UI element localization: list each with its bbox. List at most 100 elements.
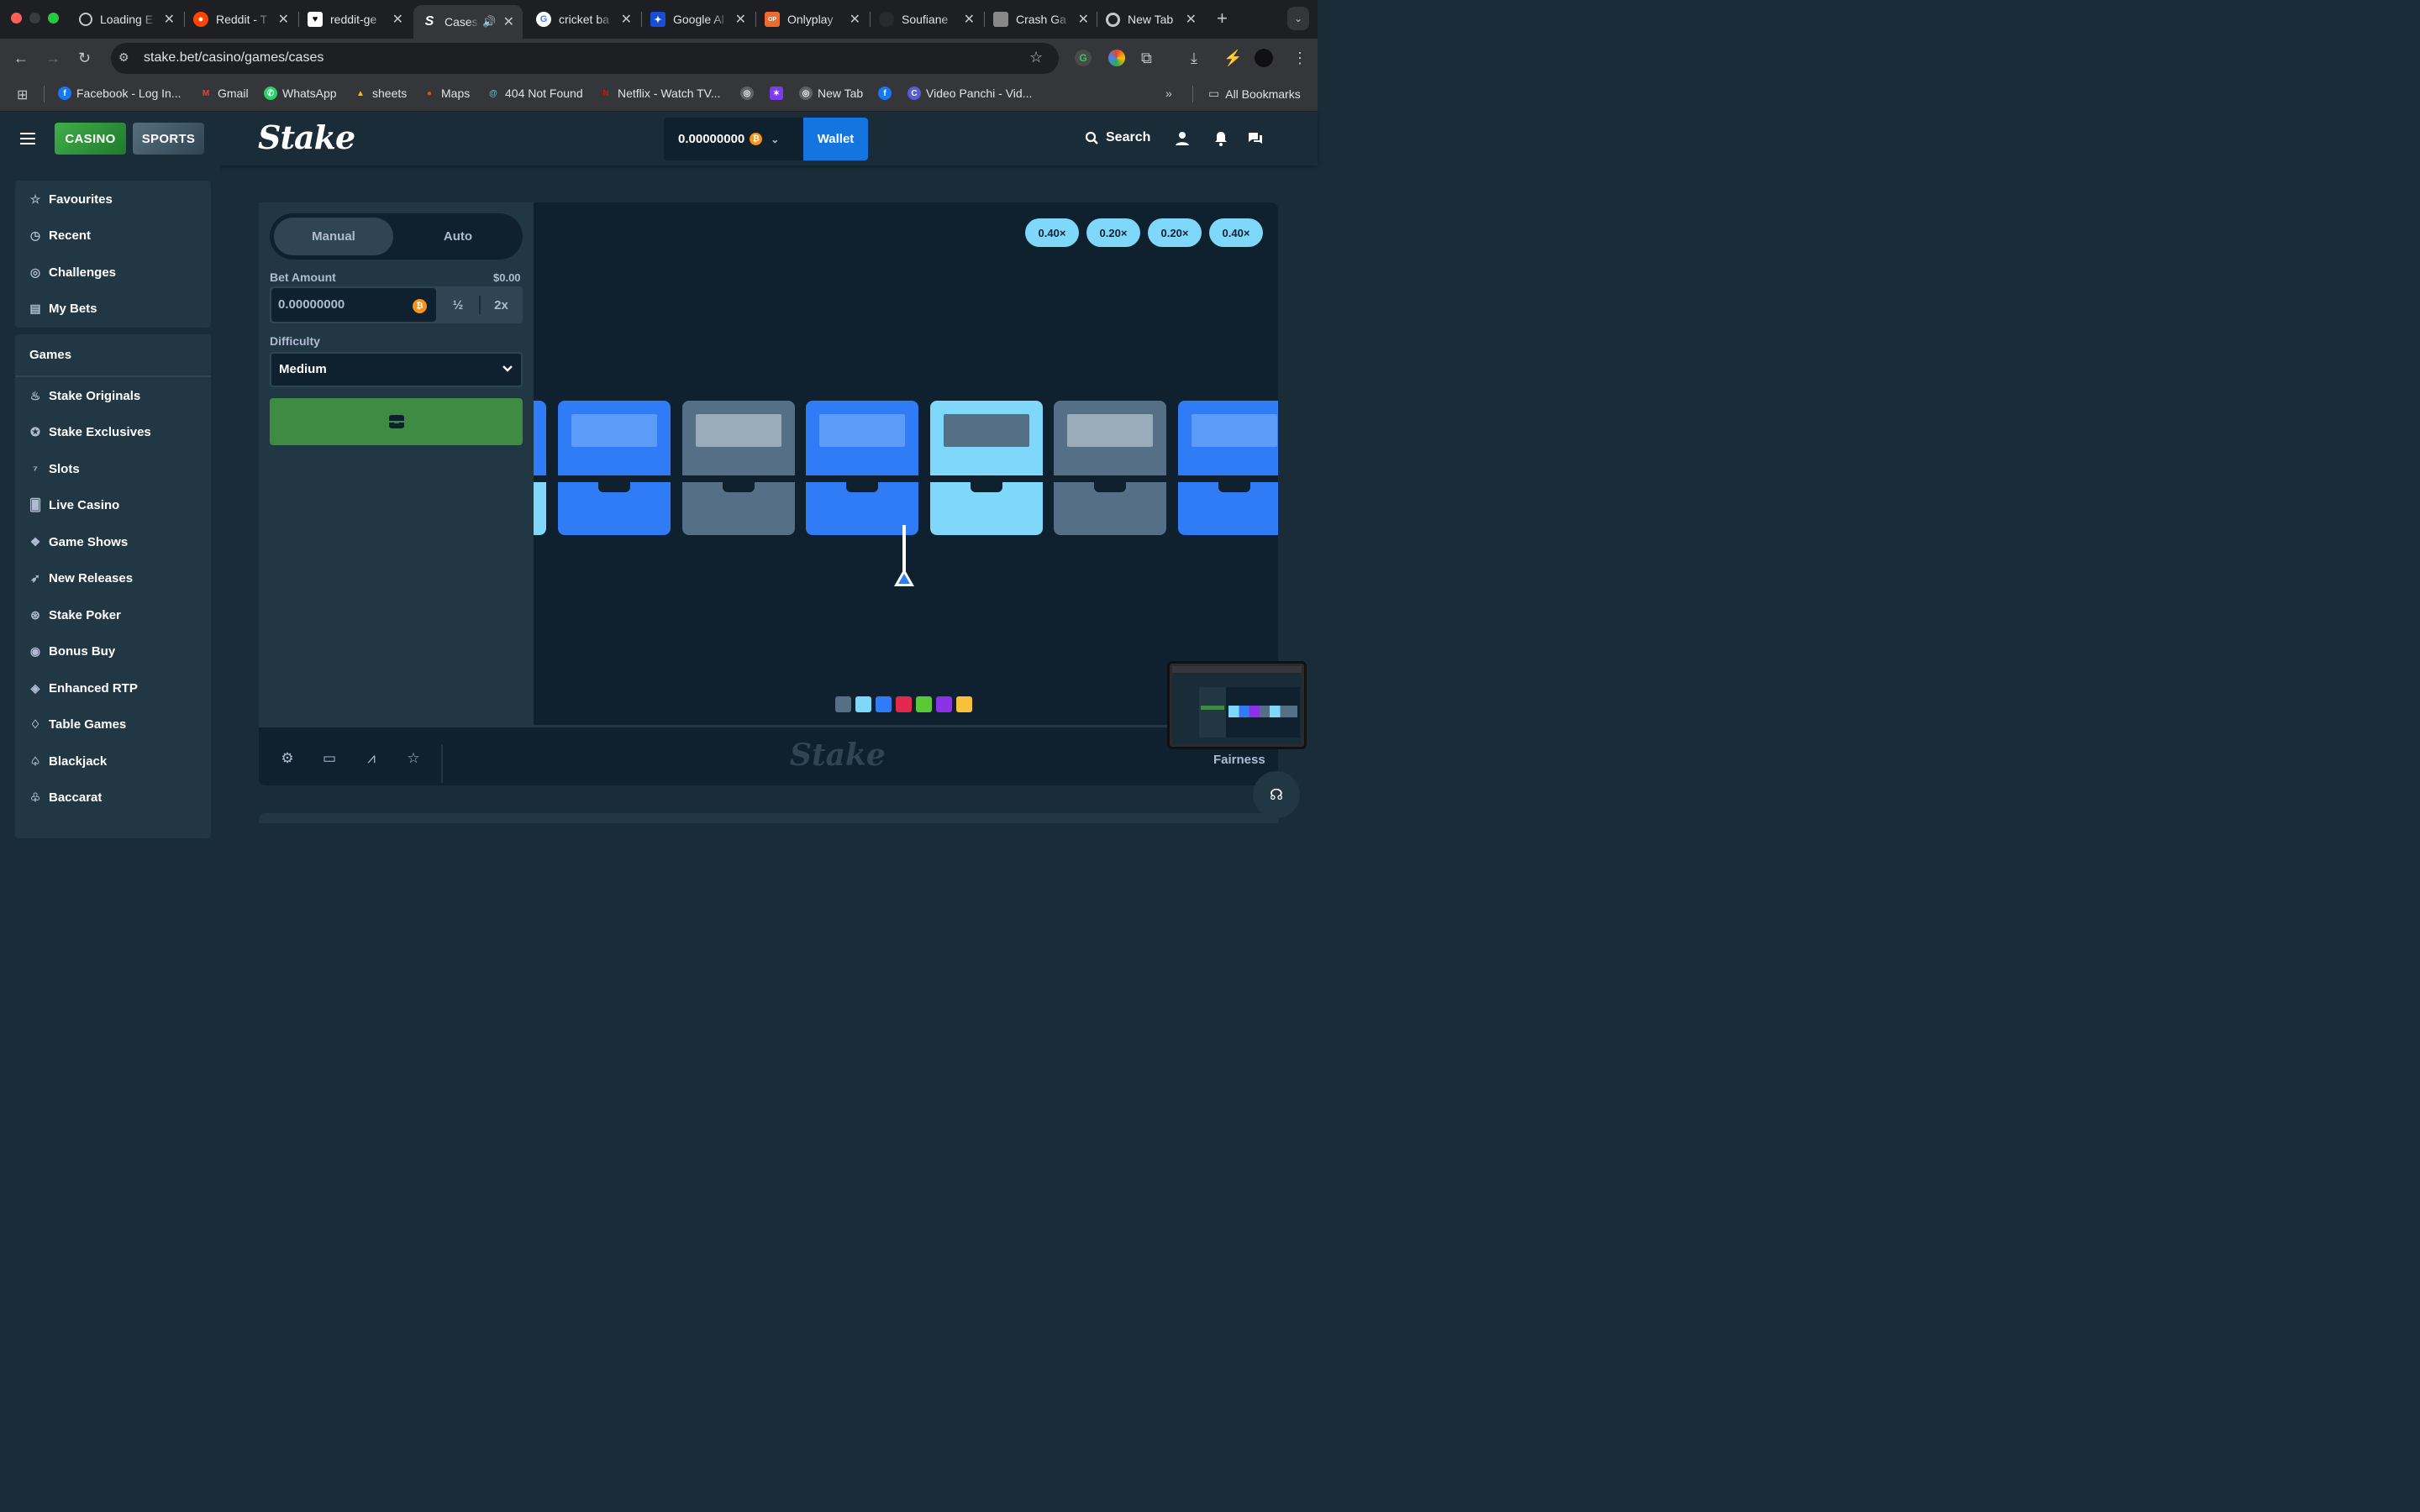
profile-avatar[interactable]	[1255, 49, 1273, 67]
whatsapp-icon: ✆	[264, 87, 277, 100]
browser-tab-active[interactable]: S Cases 🔊 ✕	[413, 5, 523, 39]
sidebar-item-baccarat[interactable]: ♧ Baccarat	[29, 790, 103, 805]
close-window-button[interactable]	[11, 13, 22, 24]
bookmark-item[interactable]: ▲ sheets	[354, 87, 407, 100]
close-tab-icon[interactable]: ✕	[850, 11, 860, 28]
bookmark-item[interactable]: M Gmail	[199, 87, 249, 100]
sidebar-item-table-games[interactable]: ♢ Table Games	[29, 717, 127, 732]
forward-icon[interactable]: →	[45, 50, 60, 67]
close-tab-icon[interactable]: ✕	[1078, 11, 1089, 28]
back-icon[interactable]: ←	[13, 50, 29, 67]
close-tab-icon[interactable]: ✕	[503, 13, 514, 30]
bookmark-star-icon[interactable]: ☆	[1029, 49, 1043, 66]
sidebar-item-my-bets[interactable]: ▤ My Bets	[29, 302, 97, 316]
bookmark-item[interactable]: ◎ New Tab	[799, 87, 863, 100]
browser-tab[interactable]: New Tab ✕	[1097, 5, 1205, 34]
live-support-headset-icon[interactable]: ☊	[1253, 771, 1300, 818]
sidebar-item-live-casino[interactable]: 🂠 Live Casino	[29, 498, 119, 512]
minimize-window-button[interactable]	[29, 13, 40, 24]
sidebar-item-enhanced-rtp[interactable]: ◈ Enhanced RTP	[29, 681, 138, 696]
audio-icon[interactable]: 🔊	[482, 15, 496, 29]
tab-manual[interactable]: Manual	[274, 218, 393, 255]
fullscreen-window-button[interactable]	[48, 13, 59, 24]
chevron-down-icon[interactable]: ⌄	[771, 134, 779, 145]
close-tab-icon[interactable]: ✕	[164, 11, 175, 28]
bookmark-item[interactable]: ◎	[740, 87, 759, 100]
browser-tab[interactable]: Crash Ga ✕	[985, 5, 1097, 34]
screenshot-preview-thumbnail[interactable]	[1167, 661, 1307, 749]
all-bookmarks-folder[interactable]: ▭ All Bookmarks	[1208, 87, 1301, 101]
bet-button[interactable]	[270, 398, 523, 445]
sidebar-item-new-releases[interactable]: ➶ New Releases	[29, 571, 133, 585]
url-text[interactable]: stake.bet/casino/games/cases	[144, 50, 324, 66]
menu-hamburger-icon[interactable]	[20, 133, 35, 144]
close-tab-icon[interactable]: ✕	[964, 11, 975, 28]
browser-tab[interactable]: ● Reddit - T ✕	[185, 5, 297, 34]
site-info-icon[interactable]: ⚙	[118, 50, 129, 65]
more-bookmarks-icon[interactable]: »	[1165, 87, 1172, 100]
bookmark-item[interactable]: f	[878, 87, 897, 100]
bet-amount-input[interactable]: 0.00000000 ₿	[271, 288, 436, 322]
double-bet-button[interactable]: 2x	[480, 286, 523, 323]
sidebar-item-recent[interactable]: ◷ Recent	[29, 228, 91, 243]
sidebar-item-stake-originals[interactable]: ♨ Stake Originals	[29, 389, 141, 403]
apps-grid-icon[interactable]: ⊞	[17, 87, 28, 103]
bookmark-item[interactable]: C Video Panchi - Vid...	[908, 87, 1032, 100]
stake-logo[interactable]: Stake	[258, 118, 355, 156]
close-tab-icon[interactable]: ✕	[278, 11, 289, 28]
chat-icon[interactable]	[1247, 130, 1264, 147]
bookmark-item[interactable]: N Netflix - Watch TV...	[599, 87, 720, 100]
performance-icon[interactable]: ⚡	[1223, 50, 1242, 67]
sidebar-item-game-shows[interactable]: ❖ Game Shows	[29, 535, 128, 549]
sidebar-item-challenges[interactable]: ◎ Challenges	[29, 265, 116, 280]
address-bar[interactable]: ⚙ stake.bet/casino/games/cases ☆	[111, 43, 1059, 74]
browser-tab[interactable]: ♥ reddit-ge ✕	[299, 5, 412, 34]
download-icon[interactable]: ⤓	[1191, 50, 1197, 67]
close-tab-icon[interactable]: ✕	[735, 11, 746, 28]
favourite-star-icon[interactable]: ☆	[406, 750, 421, 766]
bookmark-item[interactable]: f Facebook - Log In...	[58, 87, 182, 100]
reload-icon[interactable]: ↻	[78, 50, 91, 67]
user-icon[interactable]	[1174, 130, 1191, 147]
sidebar-item-stake-poker[interactable]: ⊛ Stake Poker	[29, 608, 121, 622]
difficulty-select[interactable]: Medium	[270, 352, 523, 387]
tab-auto[interactable]: Auto	[398, 218, 518, 255]
close-tab-icon[interactable]: ✕	[1186, 11, 1197, 28]
tab-search-icon[interactable]: ⌄	[1287, 7, 1309, 30]
sidebar-item-blackjack[interactable]: ♤ Blackjack	[29, 754, 108, 769]
sidebar-item-bonus-buy[interactable]: ◉ Bonus Buy	[29, 644, 115, 659]
sports-button[interactable]: SPORTS	[133, 123, 204, 155]
theatre-mode-icon[interactable]: ▭	[322, 750, 337, 766]
sidebar-item-favourites[interactable]: ☆ Favourites	[29, 192, 113, 207]
gift-icon: ❖	[29, 535, 41, 549]
extensions-icon[interactable]: ⧉	[1141, 50, 1152, 67]
fairness-link[interactable]: Fairness	[1213, 753, 1265, 767]
half-bet-button[interactable]: ½	[436, 286, 480, 323]
bookmark-item[interactable]: ● Maps	[423, 87, 470, 100]
grammarly-icon[interactable]: G	[1075, 50, 1092, 66]
new-tab-icon[interactable]: +	[1217, 8, 1228, 29]
color-extension-icon[interactable]	[1108, 50, 1125, 66]
sidebar-item-slots[interactable]: ⁷ Slots	[29, 462, 80, 476]
wallet-button[interactable]: Wallet	[803, 118, 868, 160]
browser-tab[interactable]: Soufiane ✕	[871, 5, 983, 34]
browser-tab[interactable]: Loading E ✕	[71, 5, 183, 34]
settings-gear-icon[interactable]: ⚙	[280, 750, 295, 766]
sidebar-games-heading[interactable]: Games	[29, 348, 71, 362]
browser-tab[interactable]: ✦ Google Al ✕	[642, 5, 755, 34]
casino-button[interactable]: CASINO	[55, 123, 126, 155]
bookmark-item[interactable]: @404 Not Found	[487, 87, 583, 100]
bookmark-item[interactable]: ✆ WhatsApp	[264, 87, 337, 100]
sidebar-item-stake-exclusives[interactable]: ✪ Stake Exclusives	[29, 425, 151, 439]
balance-display[interactable]: 0.00000000 ₿ ⌄	[664, 118, 803, 160]
menu-kebab-icon[interactable]: ⋮	[1292, 50, 1307, 67]
stats-chart-icon[interactable]: ⩘	[364, 750, 379, 766]
case-box	[558, 401, 671, 535]
close-tab-icon[interactable]: ✕	[392, 11, 403, 28]
search-button[interactable]: Search	[1085, 130, 1150, 145]
browser-tab[interactable]: OP Onlyplay ✕	[756, 5, 869, 34]
close-tab-icon[interactable]: ✕	[621, 11, 632, 28]
notifications-bell-icon[interactable]	[1213, 130, 1229, 147]
bookmark-item[interactable]: ✶	[770, 87, 788, 100]
browser-tab[interactable]: G cricket ba ✕	[528, 5, 640, 34]
